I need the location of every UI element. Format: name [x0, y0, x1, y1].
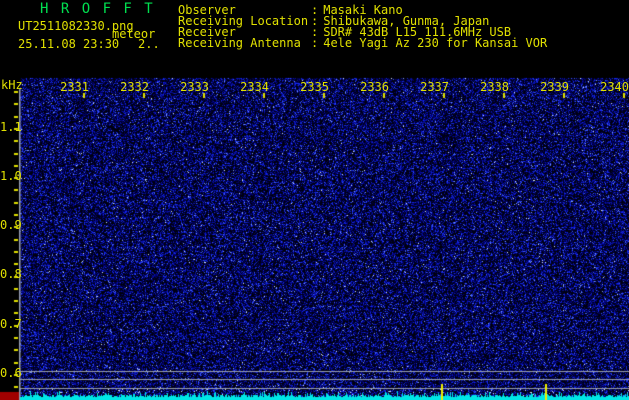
y-tick-label: 0.8	[0, 269, 18, 280]
x-tick-label: 2340	[599, 82, 629, 93]
x-tick-label: 2339	[539, 82, 569, 93]
y-tick-label: 1.1	[0, 122, 18, 133]
receiving-antenna-row: Receiving Antenna:4ele Yagi Az 230 for K…	[178, 38, 547, 49]
x-tick-label: 2335	[299, 82, 329, 93]
y-tick-label: 0.9	[0, 220, 18, 231]
receiving-antenna-label: Receiving Antenna	[178, 38, 311, 49]
app-title: H R O F F T	[40, 4, 155, 15]
y-tick-label: 0.6	[0, 368, 18, 379]
x-tick-label: 2336	[359, 82, 389, 93]
y-tick-label: 1.0	[0, 171, 18, 182]
x-tick-label: 2332	[119, 82, 149, 93]
hrofft-screen: H R O F F T UT2511082330.png meteor 25.1…	[0, 0, 629, 400]
x-tick-label: 2333	[179, 82, 209, 93]
spectrogram-canvas	[0, 0, 629, 400]
x-tick-label: 2334	[239, 82, 269, 93]
counter-text: 2..	[138, 39, 160, 50]
observation-datetime: 25.11.08 23:30	[18, 39, 119, 50]
x-tick-label: 2338	[479, 82, 509, 93]
x-tick-label: 2331	[59, 82, 89, 93]
receiving-antenna-value: 4ele Yagi Az 230 for Kansai VOR	[323, 38, 547, 49]
y-tick-label: 0.7	[0, 319, 18, 330]
separator: :	[311, 38, 318, 49]
x-tick-label: 2337	[419, 82, 449, 93]
y-axis-unit-label: kHz	[1, 80, 23, 91]
